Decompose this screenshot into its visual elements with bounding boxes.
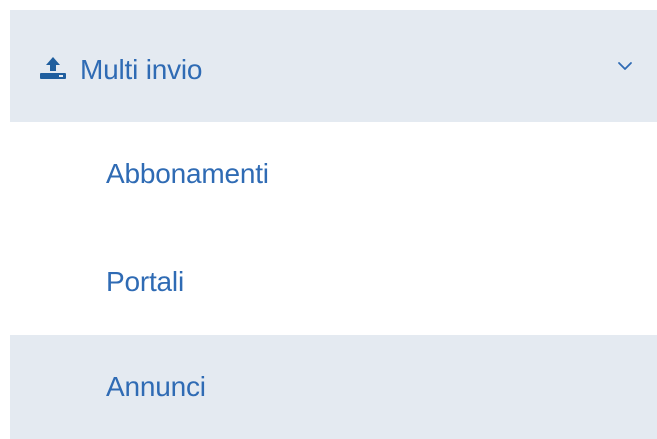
sidebar-menu: Multi invio Abbonamenti Portali Annunci bbox=[0, 0, 657, 439]
submenu-item-annunci[interactable]: Annunci bbox=[10, 335, 657, 439]
multi-invio-label: Multi invio bbox=[80, 54, 203, 85]
submenu-item-label: Portali bbox=[106, 266, 184, 297]
upload-icon bbox=[40, 57, 66, 79]
chevron-down-icon[interactable] bbox=[617, 60, 633, 72]
submenu-item-abbonamenti[interactable]: Abbonamenti bbox=[10, 122, 657, 226]
multi-invio-menu-toggle[interactable]: Multi invio bbox=[10, 10, 657, 122]
submenu-item-portali[interactable]: Portali bbox=[10, 230, 657, 334]
submenu-item-label: Abbonamenti bbox=[106, 158, 269, 189]
submenu-item-label: Annunci bbox=[106, 371, 206, 402]
